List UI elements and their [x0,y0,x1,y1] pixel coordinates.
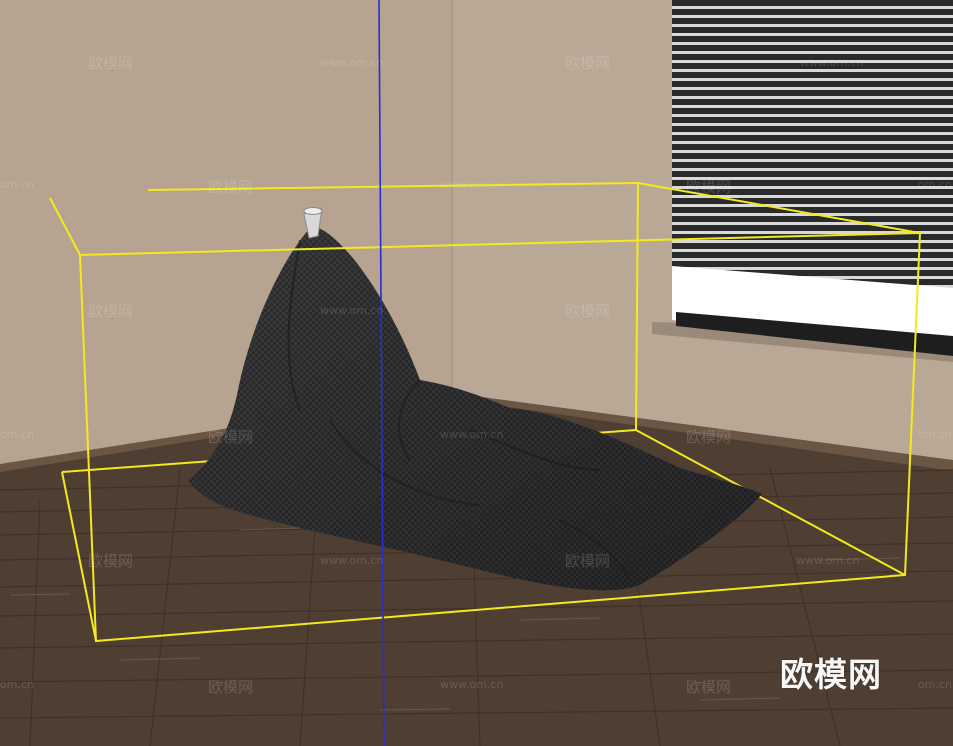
svg-text:欧模网: 欧模网 [208,678,253,696]
svg-text:欧模网: 欧模网 [208,178,253,196]
svg-text:www.om.cn: www.om.cn [320,56,383,69]
svg-text:www.om.cn: www.om.cn [440,428,503,441]
svg-text:欧模网: 欧模网 [88,54,133,72]
svg-text:www.om.cn: www.om.cn [796,304,859,317]
svg-text:www.om.cn: www.om.cn [440,178,503,191]
viewport-3d[interactable]: 欧模网 www.om.cn 欧模网 www.om.cn om.cn 欧模网 ww… [0,0,953,746]
svg-text:欧模网: 欧模网 [208,428,253,446]
svg-text:om.cn: om.cn [918,678,952,691]
svg-text:欧模网: 欧模网 [88,552,133,570]
svg-text:www.om.cn: www.om.cn [320,304,383,317]
svg-text:欧模网: 欧模网 [686,678,731,696]
svg-text:欧模网: 欧模网 [565,302,610,320]
svg-text:欧模网: 欧模网 [88,302,133,320]
svg-text:欧模网: 欧模网 [686,428,731,446]
svg-text:www.om.cn: www.om.cn [320,554,383,567]
svg-text:www.om.cn: www.om.cn [440,678,503,691]
svg-text:om.cn: om.cn [0,678,34,691]
svg-text:欧模网: 欧模网 [686,178,731,196]
svg-text:欧模网: 欧模网 [565,552,610,570]
svg-text:om.cn: om.cn [0,178,34,191]
svg-text:om.cn: om.cn [0,428,34,441]
svg-text:om.cn: om.cn [918,178,952,191]
watermark-logo: 欧模网 [780,655,882,694]
svg-text:欧模网: 欧模网 [565,54,610,72]
svg-text:www.om.cn: www.om.cn [796,554,859,567]
svg-text:www.om.cn: www.om.cn [800,56,863,69]
window-blinds [672,0,953,288]
svg-text:om.cn: om.cn [918,428,952,441]
